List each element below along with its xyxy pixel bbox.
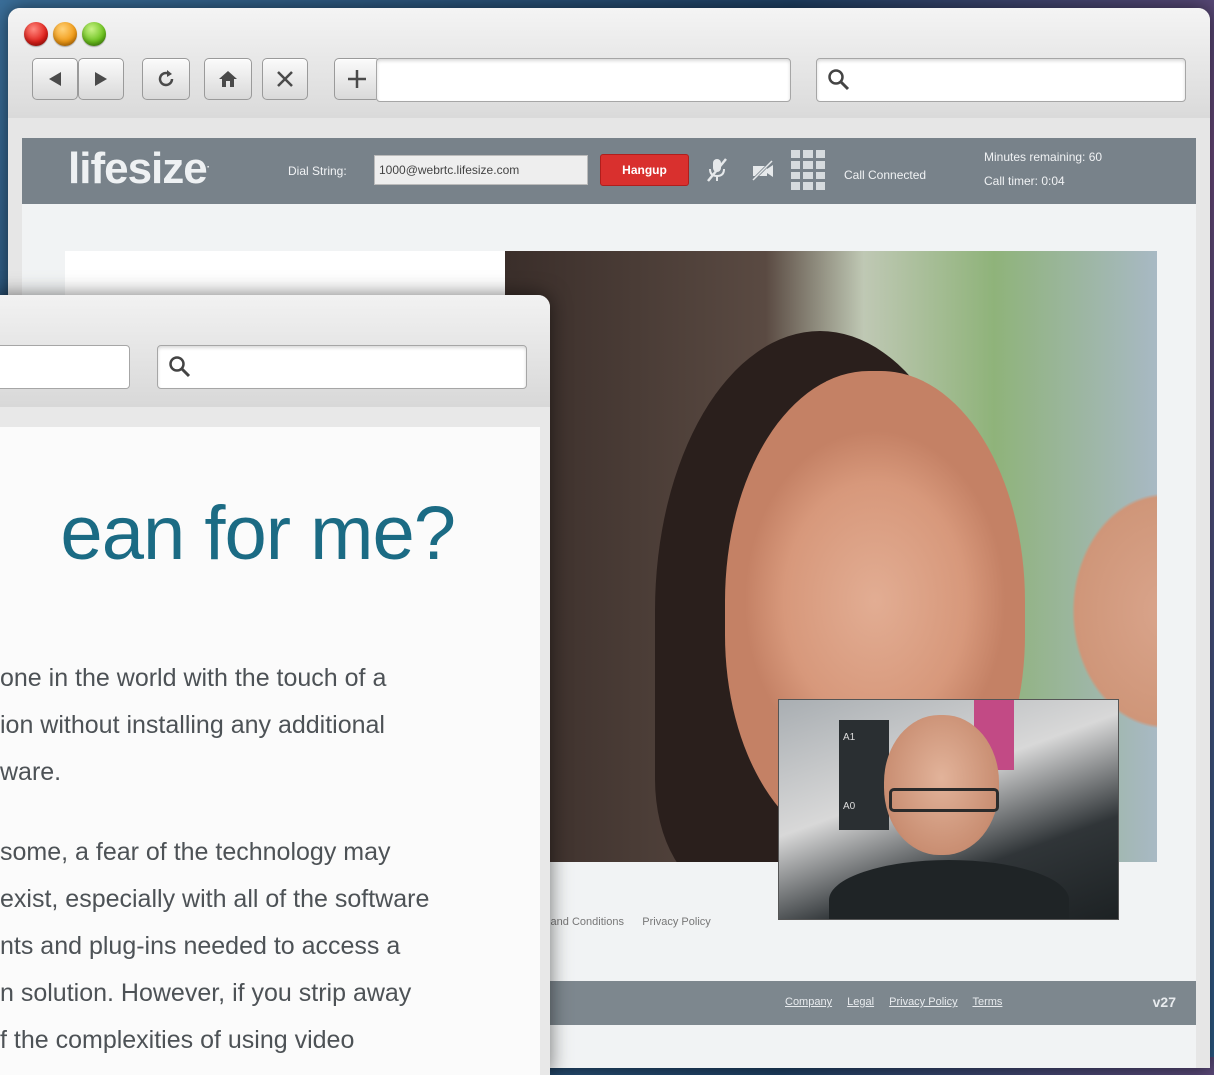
call-status: Call Connected — [844, 168, 927, 182]
legal-link[interactable]: Legal — [847, 996, 874, 1008]
company-link[interactable]: Company — [785, 996, 832, 1008]
article-page: ean for me? one in the world with the to… — [0, 427, 540, 1075]
forward-button[interactable] — [78, 58, 124, 100]
lifesize-header: lifesize. Dial String: 1000@webrtc.lifes… — [22, 138, 1196, 204]
glasses — [889, 788, 999, 812]
mute-microphone-icon[interactable] — [705, 156, 729, 184]
privacy-link[interactable]: Privacy Policy — [642, 916, 710, 928]
plus-icon — [348, 70, 366, 88]
front-search-field[interactable] — [157, 345, 527, 389]
close-window-button[interactable] — [24, 22, 48, 46]
minimize-window-button[interactable] — [53, 22, 77, 46]
version-label: v27 — [1152, 994, 1176, 1010]
search-field[interactable] — [816, 58, 1186, 102]
search-icon — [169, 356, 191, 378]
home-button[interactable] — [204, 58, 252, 100]
self-participant-face — [884, 715, 999, 855]
article-paragraph-2: some, a fear of the technology may exist… — [0, 838, 430, 1054]
back-button[interactable] — [32, 58, 78, 100]
front-browser-window: ean for me? one in the world with the to… — [0, 295, 550, 1075]
terms-link[interactable]: s and Conditions — [542, 916, 624, 928]
url-field[interactable] — [376, 58, 791, 102]
back-browser-toolbar — [8, 8, 1210, 118]
close-icon — [277, 71, 293, 87]
footer-links-upper: s and Conditions Privacy Policy — [542, 916, 711, 928]
footer-links-lower: Company Legal Privacy Policy Terms — [785, 996, 1014, 1008]
reload-button[interactable] — [142, 58, 190, 100]
article-paragraph-1: one in the world with the touch of a ion… — [0, 664, 387, 786]
call-timer: Call timer: 0:04 — [984, 174, 1065, 188]
reload-icon — [158, 70, 174, 87]
dial-string-label: Dial String: — [288, 164, 347, 178]
new-tab-button[interactable] — [334, 58, 380, 100]
sign-board: A1 A0 — [839, 720, 889, 830]
front-browser-toolbar — [0, 295, 550, 407]
lifesize-logo: lifesize. — [68, 144, 209, 193]
search-icon — [828, 69, 850, 91]
stop-button[interactable] — [262, 58, 308, 100]
keypad-icon[interactable] — [791, 150, 825, 190]
zoom-window-button[interactable] — [82, 22, 106, 46]
mute-camera-icon[interactable] — [750, 156, 776, 184]
triangle-right-icon — [95, 72, 107, 86]
front-url-field[interactable] — [0, 345, 130, 389]
article-headline: ean for me? — [60, 491, 456, 576]
hangup-button[interactable]: Hangup — [600, 154, 689, 186]
self-participant-body — [829, 860, 1069, 919]
terms-link-footer[interactable]: Terms — [972, 996, 1002, 1008]
privacy-policy-link[interactable]: Privacy Policy — [889, 996, 957, 1008]
triangle-left-icon — [49, 72, 61, 86]
home-icon — [219, 71, 237, 87]
self-view-video: A1 A0 — [778, 699, 1119, 920]
dial-string-input[interactable]: 1000@webrtc.lifesize.com — [374, 155, 588, 185]
minutes-remaining: Minutes remaining: 60 — [984, 150, 1103, 164]
